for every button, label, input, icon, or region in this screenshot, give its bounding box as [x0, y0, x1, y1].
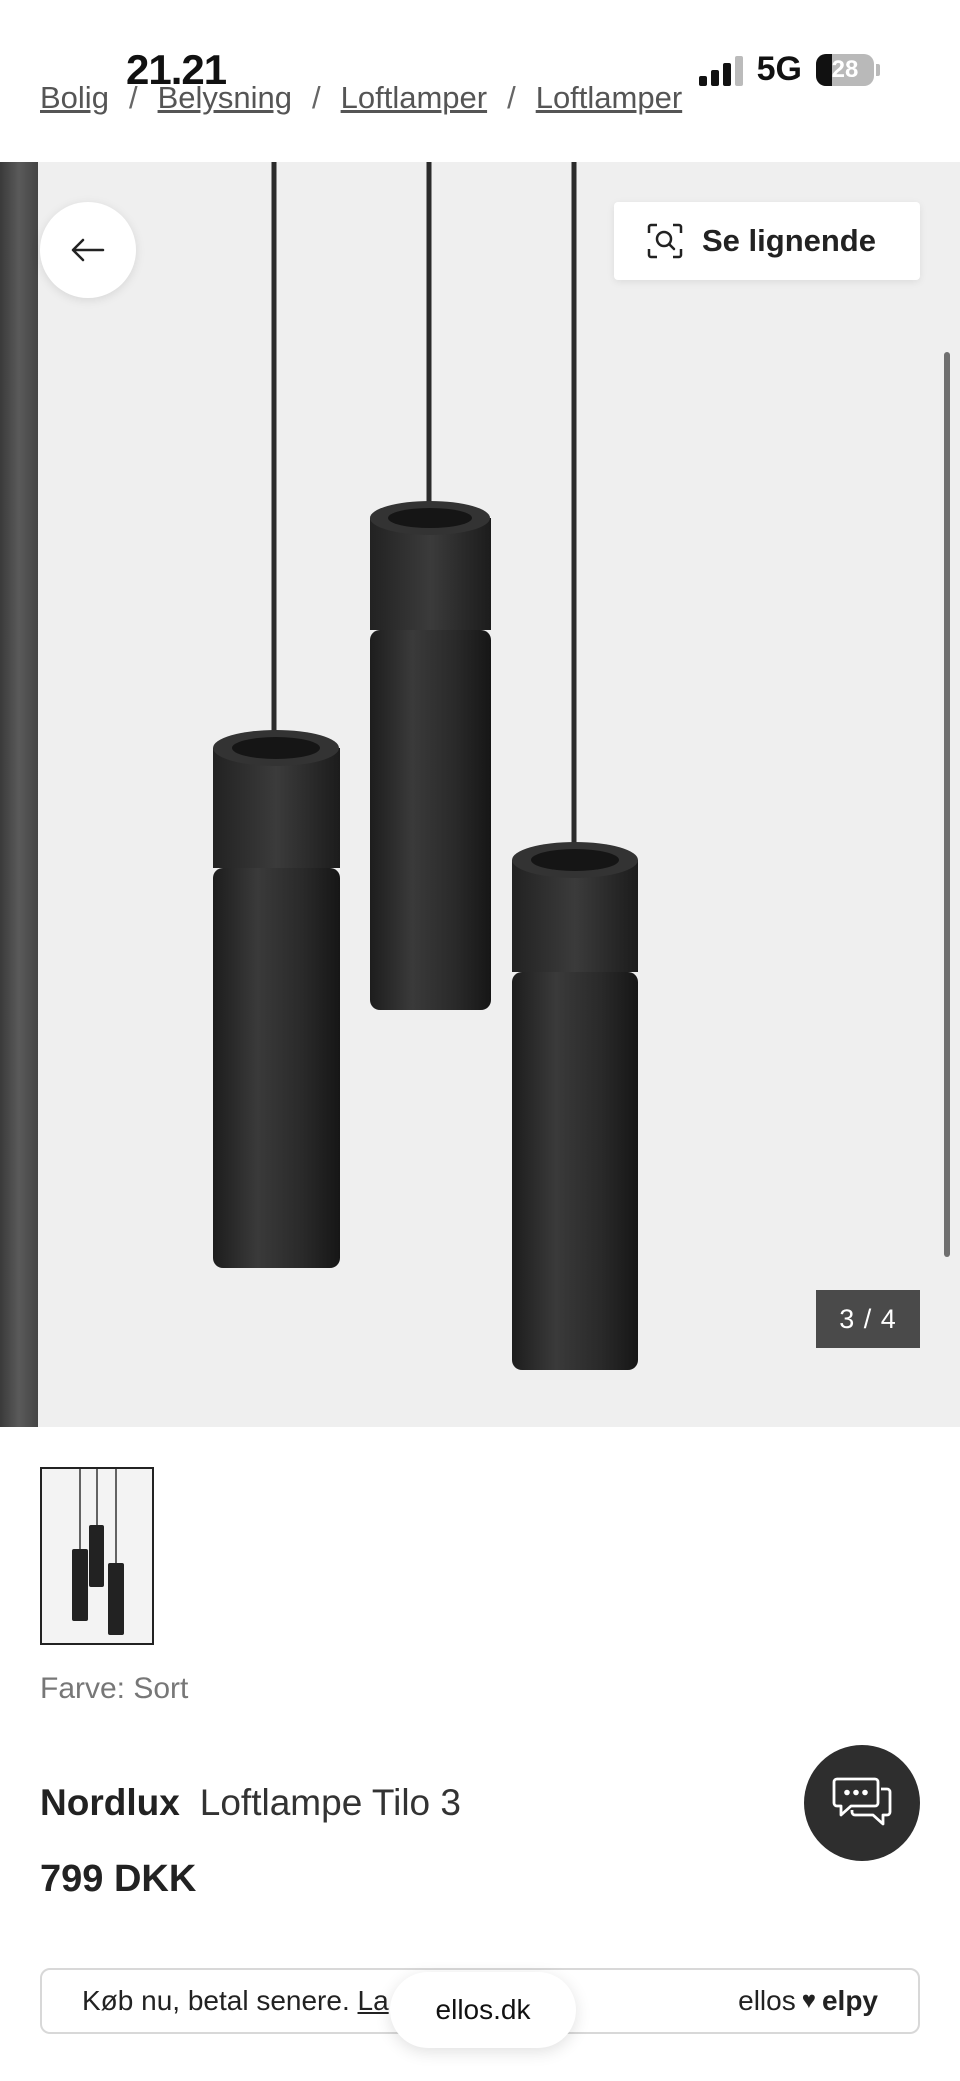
back-button[interactable]	[40, 202, 136, 298]
thumbnail-color-sort[interactable]	[40, 1467, 154, 1645]
brand-name[interactable]: Nordlux	[40, 1782, 180, 1823]
product-title: Nordlux Loftlampe Tilo 3	[40, 1782, 461, 1824]
product-photo	[213, 162, 638, 1370]
gallery-scrollbar[interactable]	[944, 352, 950, 1257]
battery-level: 28	[831, 55, 859, 83]
ellos-elpy-logo: ellos ♥ elpy	[738, 1985, 878, 2016]
breadcrumb-link-belysning[interactable]: Belysning	[158, 80, 292, 116]
breadcrumb-link-loftlamper-2[interactable]: Loftlamper	[536, 80, 682, 116]
breadcrumb-link-bolig[interactable]: Bolig	[40, 80, 109, 116]
chat-bubbles-icon	[832, 1777, 892, 1826]
status-indicators: 5G 28	[698, 50, 880, 89]
see-similar-label: Se lignende	[702, 223, 876, 258]
arrow-left-icon	[71, 238, 105, 262]
see-similar-button[interactable]: Se lignende	[614, 202, 920, 280]
browser-url-bar[interactable]: ellos.dk	[390, 1972, 576, 2048]
battery-icon: 28	[816, 53, 874, 86]
breadcrumb-separator: /	[128, 80, 138, 115]
product-image-gallery[interactable]: Se lignende 3 / 4	[0, 162, 960, 1427]
breadcrumb-link-loftlamper[interactable]: Loftlamper	[341, 80, 487, 116]
image-counter: 3 / 4	[816, 1290, 920, 1348]
signal-icon	[698, 54, 743, 86]
chat-button[interactable]	[804, 1745, 920, 1861]
breadcrumb-separator: /	[311, 80, 321, 115]
product-name: Loftlampe Tilo 3	[199, 1782, 461, 1823]
heart-icon: ♥	[801, 1987, 816, 2014]
product-price: 799 DKK	[40, 1858, 197, 1900]
color-label: Farve: Sort	[40, 1672, 189, 1705]
pay-later-link[interactable]: La	[358, 1985, 389, 2016]
pay-later-text: Køb nu, betal senere. La	[82, 1985, 389, 2016]
breadcrumb-separator: /	[507, 80, 516, 115]
battery-tip	[876, 63, 880, 76]
breadcrumb: Bolig / Belysning / Loftlamper / Loftlam…	[40, 80, 682, 116]
thumbnail-image	[72, 1469, 124, 1635]
network-label: 5G	[756, 50, 802, 88]
visual-search-icon	[647, 223, 683, 259]
